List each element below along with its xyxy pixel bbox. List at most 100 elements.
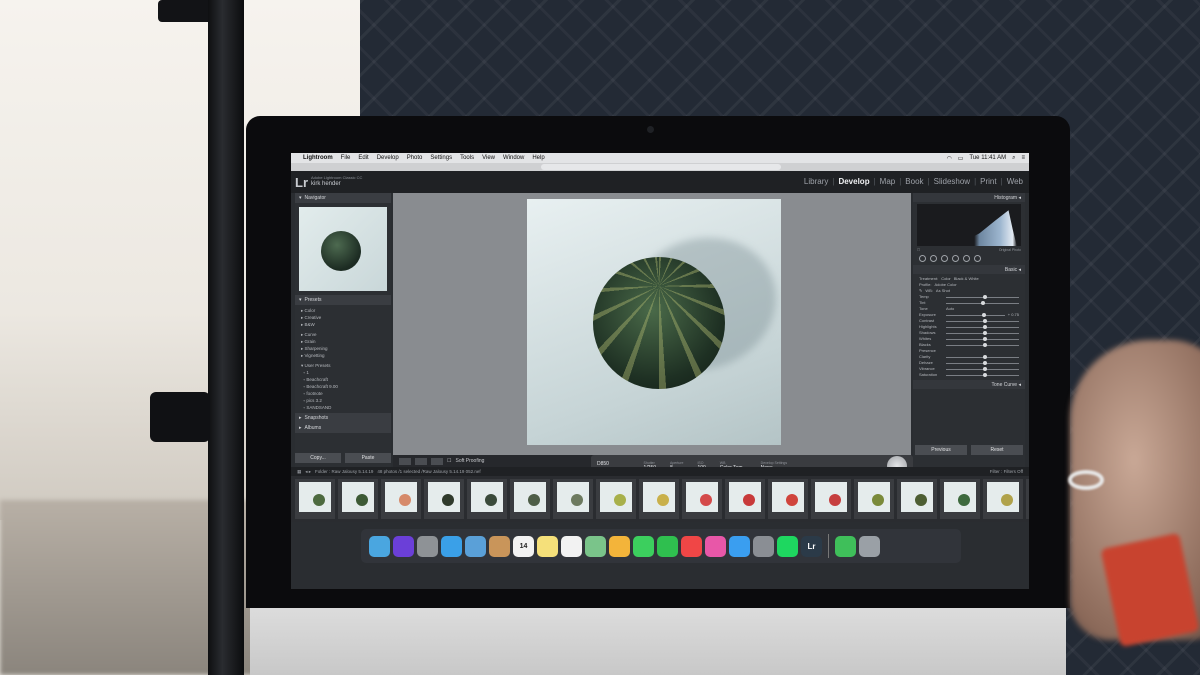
facetime-icon[interactable] (657, 535, 678, 557)
menu-view[interactable]: View (482, 155, 495, 161)
system-preferences-icon[interactable] (753, 535, 774, 557)
preset-group[interactable]: ▸ Creative (301, 314, 385, 321)
module-library[interactable]: Library (804, 177, 828, 186)
calendar-icon[interactable]: 14 (513, 535, 534, 557)
filmstrip-thumbnail[interactable] (381, 479, 421, 519)
soft-proofing-checkbox[interactable]: ☐ (447, 458, 451, 464)
module-print[interactable]: Print (980, 177, 996, 186)
wifi-icon[interactable]: ◠ (946, 155, 951, 162)
filmstrip-nav-icon[interactable]: ◂ ▸ (305, 469, 311, 475)
messages-icon[interactable] (633, 535, 654, 557)
filmstrip-thumbnail[interactable] (424, 479, 464, 519)
before-after-swap-button[interactable] (431, 457, 443, 465)
user-preset[interactable]: ▫ Beachcraft 9.00 (301, 383, 385, 390)
auto-tone-button[interactable]: Auto (946, 306, 954, 312)
module-map[interactable]: Map (880, 177, 896, 186)
before-after-button[interactable] (415, 457, 427, 465)
contacts-icon[interactable] (489, 535, 510, 557)
mail-icon[interactable] (465, 535, 486, 557)
itunes-icon[interactable] (705, 535, 726, 557)
copy-button[interactable]: Copy... (295, 453, 341, 463)
filmstrip-thumbnail[interactable] (639, 479, 679, 519)
history-header[interactable]: ▸ Albums (295, 423, 391, 433)
trash-icon[interactable] (859, 535, 880, 557)
module-book[interactable]: Book (905, 177, 923, 186)
slider-knob[interactable] (982, 318, 987, 323)
user-preset[interactable]: ▫ pics 3.2 (301, 397, 385, 404)
module-slideshow[interactable]: Slideshow (934, 177, 970, 186)
filmstrip-thumbnail[interactable] (983, 479, 1023, 519)
preset-group[interactable]: ▸ Vignetting (301, 352, 385, 359)
spotify-icon[interactable] (777, 535, 798, 557)
module-web[interactable]: Web (1007, 177, 1023, 186)
navigator-header[interactable]: ▾ Navigator (295, 193, 391, 203)
slider-knob[interactable] (982, 294, 987, 299)
adjustment-brush-icon[interactable] (974, 255, 981, 262)
image-canvas[interactable] (393, 193, 911, 455)
filmstrip-thumbnail[interactable] (467, 479, 507, 519)
treatment-bw[interactable]: Black & White (954, 276, 979, 282)
main-photo[interactable] (527, 199, 781, 445)
crop-tool-icon[interactable] (919, 255, 926, 262)
filmstrip-thumbnail[interactable] (510, 479, 550, 519)
histogram-header[interactable]: Histogram ◂ (913, 193, 1025, 202)
downloads-icon[interactable] (835, 535, 856, 557)
filmstrip-thumbnail[interactable] (854, 479, 894, 519)
user-preset[interactable]: ▫ footnote (301, 390, 385, 397)
preset-group[interactable]: ▸ Grain (301, 338, 385, 345)
filmstrip-thumbnail[interactable] (553, 479, 593, 519)
filmstrip-filter[interactable]: Filter : Filters Off (990, 469, 1023, 474)
filmstrip-folder[interactable]: Folder : Raw Jalousy 5.14.19 (315, 469, 373, 474)
paste-button[interactable]: Paste (345, 453, 391, 463)
preset-group[interactable]: ▸ Curve (301, 331, 385, 338)
menu-help[interactable]: Help (532, 155, 544, 161)
slider-knob[interactable] (982, 336, 987, 341)
previous-button[interactable]: Previous (915, 445, 967, 455)
slider-row[interactable]: Saturation (919, 372, 1019, 378)
menu-clock[interactable]: Tue 11:41 AM (969, 155, 1006, 161)
notification-center-icon[interactable]: ≡ (1021, 155, 1025, 161)
user-preset[interactable]: ▫ SANDSAND (301, 404, 385, 411)
basic-header[interactable]: Basic ◂ (913, 265, 1025, 274)
preset-group[interactable]: ▸ Sharpening (301, 345, 385, 352)
lightroom-icon[interactable]: Lr (801, 535, 822, 557)
user-presets-folder[interactable]: ▾ User Presets (301, 362, 385, 369)
slider-knob[interactable] (982, 360, 987, 365)
filmstrip-thumbnail[interactable] (725, 479, 765, 519)
red-eye-icon[interactable] (941, 255, 948, 262)
finder-icon[interactable] (369, 535, 390, 557)
snapshots-header[interactable]: ▸ Snapshots (295, 413, 391, 423)
photos-icon[interactable] (609, 535, 630, 557)
preset-group[interactable]: ▸ Color (301, 307, 385, 314)
filmstrip-thumbnail[interactable] (897, 479, 937, 519)
filmstrip-thumbnail[interactable] (811, 479, 851, 519)
slider-knob[interactable] (982, 330, 987, 335)
graduated-filter-icon[interactable] (952, 255, 959, 262)
menu-window[interactable]: Window (503, 155, 524, 161)
loupe-view-button[interactable] (399, 457, 411, 465)
app-store-icon[interactable] (729, 535, 750, 557)
filmstrip-thumbnail[interactable] (940, 479, 980, 519)
slider-knob[interactable] (982, 312, 987, 317)
siri-icon[interactable] (393, 535, 414, 557)
battery-icon[interactable]: ▭ (958, 155, 964, 162)
filmstrip-thumbnail[interactable] (338, 479, 378, 519)
slider-knob[interactable] (982, 342, 987, 347)
navigator-preview[interactable] (299, 207, 387, 291)
news-icon[interactable] (681, 535, 702, 557)
presets-header[interactable]: ▾ Presets (295, 295, 391, 305)
histogram[interactable] (917, 204, 1021, 246)
filmstrip-thumbnail[interactable] (295, 479, 335, 519)
module-develop[interactable]: Develop (838, 177, 869, 186)
slider-knob[interactable] (982, 324, 987, 329)
slider-knob[interactable] (982, 354, 987, 359)
slider-knob[interactable] (981, 300, 986, 305)
maps-icon[interactable] (585, 535, 606, 557)
slider-knob[interactable] (982, 366, 987, 371)
radial-filter-icon[interactable] (963, 255, 970, 262)
menu-settings[interactable]: Settings (430, 155, 452, 161)
exposure-value[interactable]: + 0.75 (1008, 312, 1019, 318)
filmstrip-thumbnail[interactable] (1026, 479, 1029, 519)
menu-tools[interactable]: Tools (460, 155, 474, 161)
reset-button[interactable]: Reset (971, 445, 1023, 455)
